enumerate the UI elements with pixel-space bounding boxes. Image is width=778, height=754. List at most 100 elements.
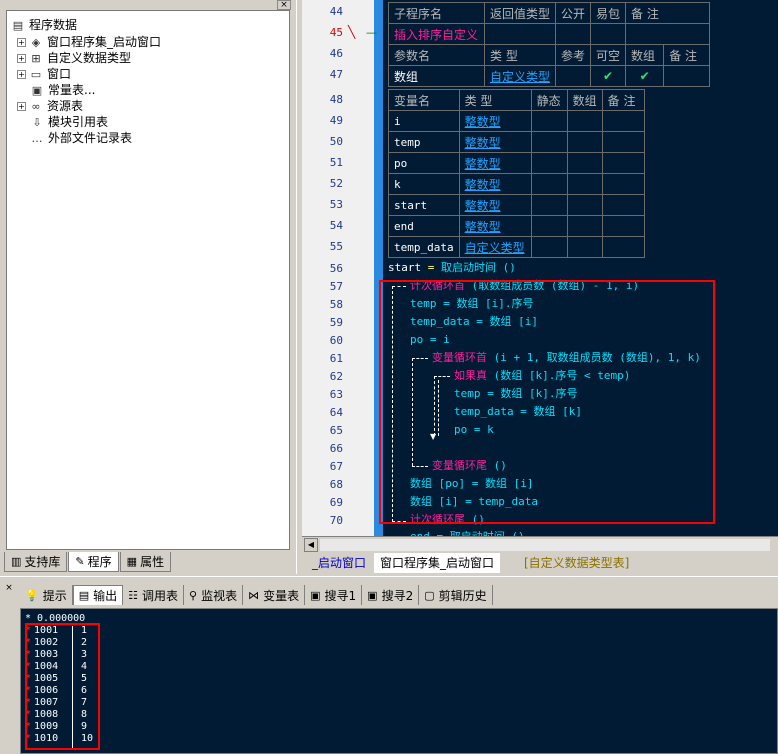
tab-search1[interactable]: ▣ 搜寻1	[305, 585, 363, 605]
variable-row[interactable]: k 整数型	[388, 173, 645, 195]
tree-item[interactable]: + ⊞ 自定义数据类型	[17, 50, 131, 66]
param-type[interactable]: 自定义类型	[483, 65, 557, 87]
param-remark-cell[interactable]	[663, 65, 711, 87]
variable-name[interactable]: po	[388, 152, 460, 174]
subroutine-table: 子程序名 返回值类型 公开 易包 备 注 插入排序自定义 参数名 类 型 参考 …	[388, 2, 711, 87]
variable-type[interactable]: 整数型	[458, 194, 532, 216]
code-line-71[interactable]: end = 取启动时间 ()	[410, 528, 525, 536]
close-icon[interactable]: ×	[277, 0, 291, 10]
tab-label: 提示	[42, 588, 67, 603]
expand-icon[interactable]: +	[17, 69, 26, 79]
variable-cell[interactable]	[530, 173, 568, 195]
column-header: 静态	[530, 89, 568, 111]
variable-cell[interactable]	[530, 131, 568, 153]
scroll-track[interactable]	[320, 539, 770, 551]
variable-cell[interactable]	[601, 236, 645, 258]
variable-cell[interactable]	[601, 194, 645, 216]
line-number: 68	[329, 478, 343, 491]
tab-property[interactable]: ▦ 属性	[119, 552, 172, 572]
variable-cell[interactable]	[530, 236, 568, 258]
variable-cell[interactable]	[530, 152, 568, 174]
tab-watch[interactable]: ⚲ 监视表	[184, 585, 244, 605]
variable-name[interactable]: temp	[388, 131, 460, 153]
expand-icon[interactable]: +	[17, 37, 26, 47]
param-array-check-icon[interactable]: ✔	[625, 65, 665, 87]
tree-item[interactable]: + ∞ 资源表	[17, 98, 83, 114]
variable-cell[interactable]	[601, 215, 645, 237]
tab-program[interactable]: ✎ 程序	[68, 552, 119, 572]
param-name[interactable]: 数组	[388, 65, 485, 87]
tab-call-table[interactable]: ☷ 调用表	[123, 585, 185, 605]
tab-output[interactable]: ▤ 输出	[72, 585, 124, 605]
easy-pack-cell[interactable]	[590, 23, 627, 45]
tab-window-module[interactable]: 窗口程序集_启动窗口	[374, 553, 501, 573]
variable-type[interactable]: 整数型	[458, 110, 532, 132]
variable-icon: ⋈	[248, 588, 260, 602]
tab-variables[interactable]: ⋈ 变量表	[243, 585, 306, 605]
tab-start-window[interactable]: _启动窗口	[306, 553, 372, 573]
close-icon[interactable]: ×	[4, 584, 14, 594]
param-ref-cell[interactable]	[555, 65, 592, 87]
variable-cell[interactable]	[566, 236, 603, 258]
return-type-cell[interactable]	[483, 23, 557, 45]
variable-cell[interactable]	[566, 152, 603, 174]
tree-item[interactable]: … 外部文件记录表	[30, 130, 133, 146]
param-nullable-check-icon[interactable]: ✔	[590, 65, 627, 87]
variable-cell[interactable]	[566, 110, 603, 132]
variable-row[interactable]: po 整数型	[388, 152, 645, 174]
tab-custom-type-table[interactable]: [自定义数据类型表]	[518, 553, 635, 573]
expand-icon[interactable]: +	[17, 101, 26, 111]
variable-row[interactable]: temp 整数型	[388, 131, 645, 153]
output-icon: ▤	[78, 589, 90, 602]
column-header: 备 注	[663, 44, 711, 66]
variable-name[interactable]: k	[388, 173, 460, 195]
column-header: 参考	[555, 44, 592, 66]
scroll-left-arrow-icon[interactable]: ◀	[304, 538, 318, 552]
variable-cell[interactable]	[601, 173, 645, 195]
tree-root[interactable]: ▤ 程序数据	[11, 17, 77, 33]
tree-item[interactable]: + ◈ 窗口程序集_启动窗口	[17, 34, 161, 50]
variable-type[interactable]: 整数型	[458, 131, 532, 153]
variable-type[interactable]: 整数型	[458, 152, 532, 174]
variable-cell[interactable]	[601, 131, 645, 153]
variable-cell[interactable]	[566, 194, 603, 216]
editor-horizontal-scrollbar[interactable]: ◀	[302, 536, 778, 552]
variable-type[interactable]: 自定义类型	[458, 236, 532, 258]
tab-label: 属性	[140, 555, 165, 569]
variable-cell[interactable]	[530, 215, 568, 237]
variable-cell[interactable]	[566, 215, 603, 237]
tree-item[interactable]: + ▭ 窗口	[17, 66, 71, 82]
tree-item-label: 窗口	[47, 67, 72, 81]
variable-name[interactable]: end	[388, 215, 460, 237]
tab-library[interactable]: ▥ 支持库	[4, 552, 68, 572]
variable-cell[interactable]	[566, 131, 603, 153]
code-line-56[interactable]: start = 取启动时间 ()	[388, 259, 516, 277]
output-console[interactable]: * 0.000000 * 1001 1 * 1002 2 * 1003 3 * 1004 4 * 1005…	[20, 608, 778, 754]
column-header: 数组	[566, 89, 603, 111]
variable-name[interactable]: temp_data	[388, 236, 460, 258]
call-table-icon: ☷	[128, 588, 139, 602]
tree-item[interactable]: ⇩ 模块引用表	[30, 114, 108, 130]
variable-row[interactable]: end 整数型	[388, 215, 645, 237]
expand-icon[interactable]: +	[17, 53, 26, 63]
variable-name[interactable]: start	[388, 194, 460, 216]
variable-row[interactable]: i 整数型	[388, 110, 645, 132]
variable-row[interactable]: temp_data 自定义类型	[388, 236, 645, 258]
tab-search2[interactable]: ▣ 搜寻2	[362, 585, 420, 605]
variable-cell[interactable]	[566, 173, 603, 195]
variable-name[interactable]: i	[388, 110, 460, 132]
variable-cell[interactable]	[530, 110, 568, 132]
variable-cell[interactable]	[601, 152, 645, 174]
variable-cell[interactable]	[601, 110, 645, 132]
variable-cell[interactable]	[530, 194, 568, 216]
tab-hint[interactable]: 💡 提示	[20, 585, 73, 605]
variable-type[interactable]: 整数型	[458, 215, 532, 237]
subroutine-name[interactable]: 插入排序自定义	[388, 23, 485, 45]
remark-cell[interactable]	[625, 23, 711, 45]
tree-item[interactable]: ▣ 常量表...	[30, 82, 96, 98]
public-cell[interactable]	[555, 23, 592, 45]
variable-row[interactable]: start 整数型	[388, 194, 645, 216]
tab-clip-history[interactable]: ▢ 剪辑历史	[419, 585, 493, 605]
variable-type[interactable]: 整数型	[458, 173, 532, 195]
panel-scroll-button[interactable]	[262, 0, 276, 10]
